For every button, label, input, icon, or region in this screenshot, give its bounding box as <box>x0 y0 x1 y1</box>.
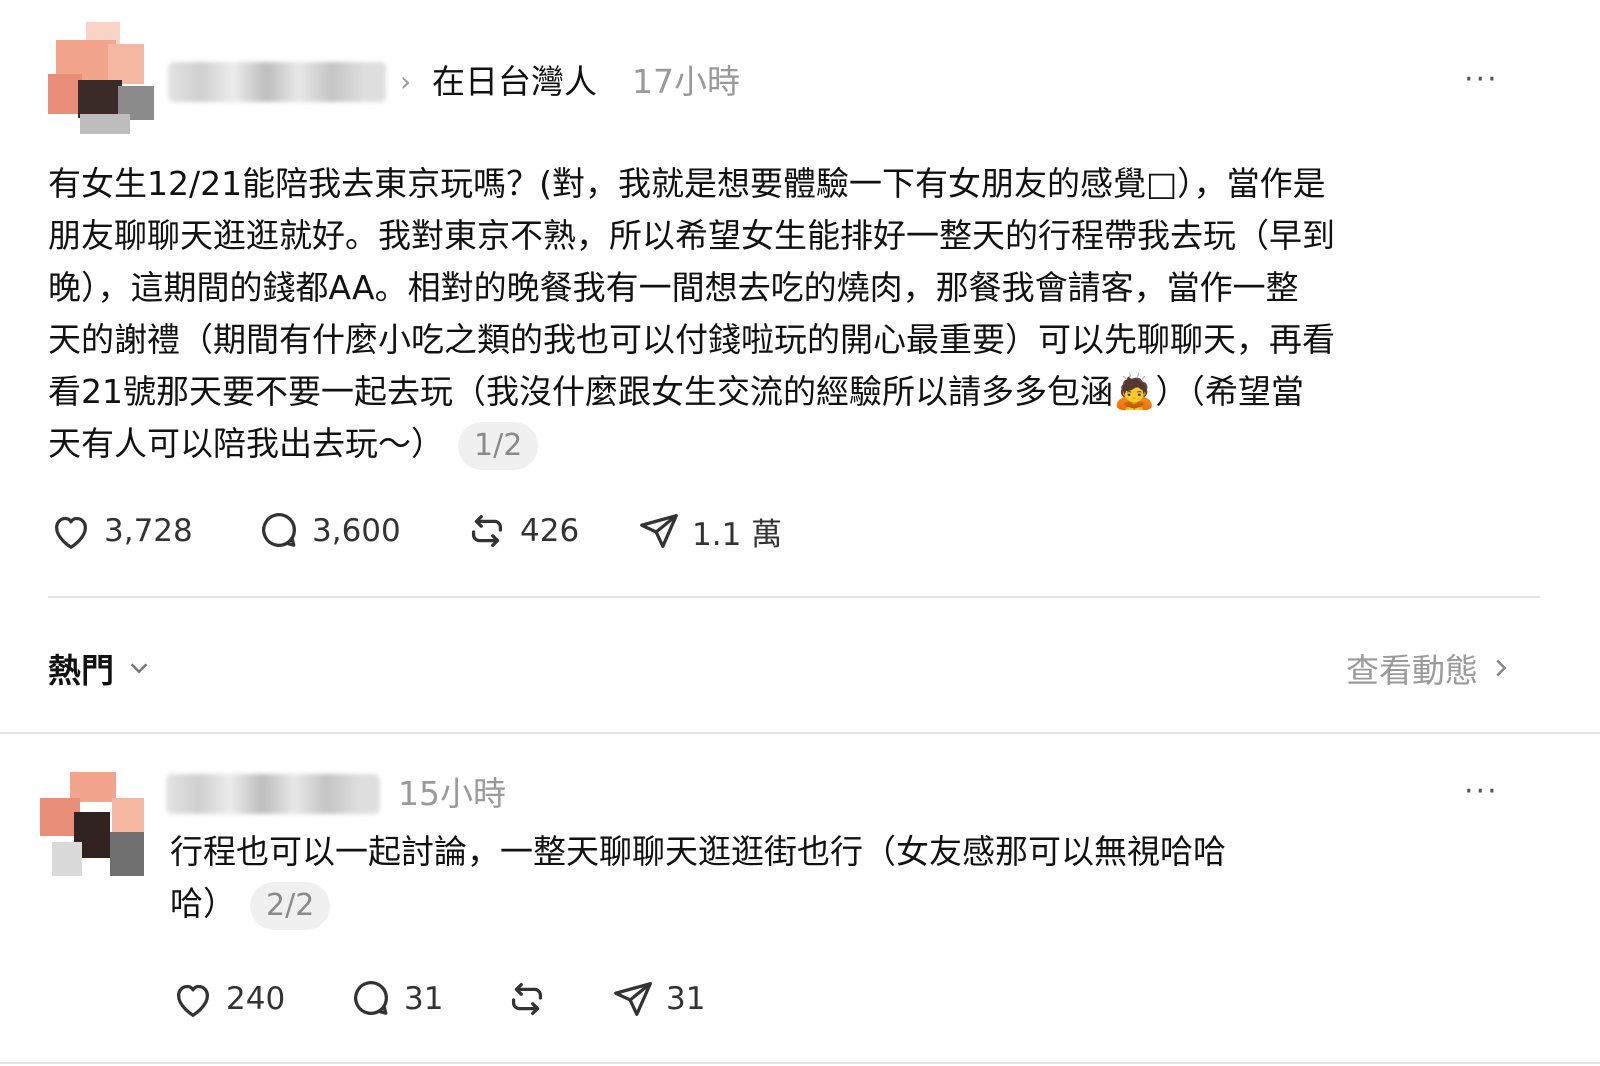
post-line-3: 晚），這期間的錢都AA。相對的晚餐我有一間想去吃的燒肉，那餐我會請客，當作一整 <box>48 268 1299 307</box>
repost-icon <box>511 982 543 1016</box>
heart-icon <box>54 516 88 549</box>
post-author-avatar[interactable] <box>48 22 156 134</box>
reply-page-badge: 2/2 <box>250 881 331 930</box>
reply-actions: 240 31 31 <box>170 976 705 1022</box>
reply-line-1: 行程也可以一起討論，一整天聊聊天逛逛街也行（女友感那可以無視哈哈 <box>170 832 1226 871</box>
chevron-right-icon <box>1496 659 1507 677</box>
community-name[interactable]: 在日台灣人 <box>432 62 597 102</box>
comment-button[interactable]: 3,600 <box>256 508 464 554</box>
post-more-options-icon[interactable]: ··· <box>1464 62 1499 97</box>
reply-body: 行程也可以一起討論，一整天聊聊天逛逛街也行（女友感那可以無視哈哈 哈） 2/2 <box>170 826 1510 930</box>
reply-line-2: 哈） 2/2 <box>170 878 1510 930</box>
breadcrumb-separator: › <box>400 65 412 98</box>
sort-dropdown[interactable]: 熱門 <box>48 644 154 692</box>
post-line-5: 看21號那天要不要一起去玩（我沒什麼跟女生交流的經驗所以請多多包涵🙇）（希望當 <box>48 366 1548 418</box>
heart-icon <box>176 984 210 1017</box>
reply-repost-button[interactable] <box>504 976 610 1022</box>
like-count: 3,728 <box>104 513 193 549</box>
view-activity-link[interactable]: 查看動態 <box>1346 644 1516 692</box>
comment-bubble-icon <box>262 513 296 547</box>
post-line-2: 朋友聊聊天逛逛就好。我對東京不熟，所以希望女生能排好一整天的行程帶我去玩（早到 <box>48 216 1335 255</box>
post-actions: 3,728 3,600 426 1.1 萬 <box>48 508 782 554</box>
reply-comment-button[interactable]: 31 <box>348 976 504 1022</box>
reply-comment-count: 31 <box>404 981 444 1017</box>
post-line-5-tail: ）（希望當 <box>1155 372 1304 411</box>
post-line-6-text: 天有人可以陪我出去玩～） <box>48 424 444 463</box>
reply-line-2-text: 哈） <box>170 884 236 923</box>
send-paper-plane-icon <box>640 514 678 548</box>
post-line-4: 天的謝禮（期間有什麼小吃之類的我也可以付錢啦玩的開心最重要）可以先聊聊天，再看 <box>48 320 1335 359</box>
repost-button[interactable]: 426 <box>464 508 636 554</box>
post-line-1: 有女生12/21能陪我去東京玩嗎？(對，我就是想要體驗一下有女朋友的感覺□），當… <box>48 164 1326 203</box>
like-button[interactable]: 3,728 <box>48 508 256 554</box>
reply-timestamp: 15小時 <box>398 774 506 813</box>
send-paper-plane-icon <box>614 982 652 1016</box>
reply-author-name-redacted[interactable] <box>166 774 380 814</box>
comment-count: 3,600 <box>312 513 401 549</box>
reply-share-button[interactable]: 31 <box>610 976 705 1022</box>
view-activity-label: 查看動態 <box>1346 651 1478 690</box>
repost-count: 426 <box>520 513 580 549</box>
section-divider <box>48 596 1540 598</box>
reply-author-avatar[interactable] <box>40 772 144 876</box>
share-count: 1.1 萬 <box>692 516 783 553</box>
share-button[interactable]: 1.1 萬 <box>636 508 782 554</box>
reply-like-count: 240 <box>226 981 286 1017</box>
repost-icon <box>471 514 503 548</box>
post-line-5-text: 看21號那天要不要一起去玩（我沒什麼跟女生交流的經驗所以請多多包涵 <box>48 372 1113 411</box>
reply-divider <box>0 732 1600 734</box>
thread-page-badge: 1/2 <box>458 421 539 470</box>
reply-like-button[interactable]: 240 <box>170 976 348 1022</box>
reply-share-count: 31 <box>666 981 706 1017</box>
post-timestamp: 17小時 <box>632 62 740 101</box>
post-body: 有女生12/21能陪我去東京玩嗎？(對，我就是想要體驗一下有女朋友的感覺□），當… <box>48 158 1548 470</box>
sort-label: 熱門 <box>48 651 114 690</box>
bowing-emoji-icon: 🙇 <box>1113 372 1156 412</box>
reply-more-options-icon[interactable]: ··· <box>1464 774 1499 809</box>
post-line-6: 天有人可以陪我出去玩～） 1/2 <box>48 418 1548 470</box>
post-author-name-redacted[interactable] <box>168 62 386 102</box>
bottom-divider <box>0 1062 1600 1064</box>
chevron-down-icon <box>130 663 148 674</box>
comment-bubble-icon <box>354 981 388 1015</box>
